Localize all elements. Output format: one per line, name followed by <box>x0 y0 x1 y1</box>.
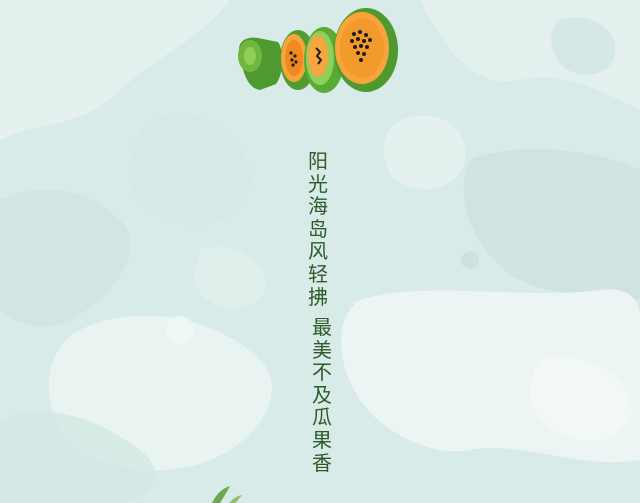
papaya-slices-icon <box>238 8 398 93</box>
poem-char: 轻 <box>308 261 328 286</box>
poem-char: 最 <box>312 315 332 339</box>
poem-char: 岛 <box>308 216 328 241</box>
papaya-end-piece <box>238 37 283 90</box>
poem-char: 不 <box>312 360 332 385</box>
poem-char: 果 <box>312 427 332 452</box>
poem-char: 美 <box>312 337 332 362</box>
poem-char: 海 <box>308 194 328 219</box>
leaf-icon <box>212 486 242 503</box>
poem-line-2: 最 美 不 及 瓜 果 香 <box>310 316 334 474</box>
poem-char: 拂 <box>308 284 328 309</box>
poem-char: 光 <box>308 171 328 196</box>
poem-char: 阳 <box>308 149 328 173</box>
poem-char: 风 <box>308 239 328 264</box>
papaya-slice-large <box>334 8 398 92</box>
poster-canvas: 阳 光 海 岛 风 轻 拂 最 美 不 及 瓜 果 香 <box>0 0 640 503</box>
poem-line-1: 阳 光 海 岛 风 轻 拂 <box>306 150 330 308</box>
poem-char: 香 <box>312 450 332 475</box>
poem-char: 瓜 <box>312 405 332 430</box>
poem-char: 及 <box>312 382 332 407</box>
